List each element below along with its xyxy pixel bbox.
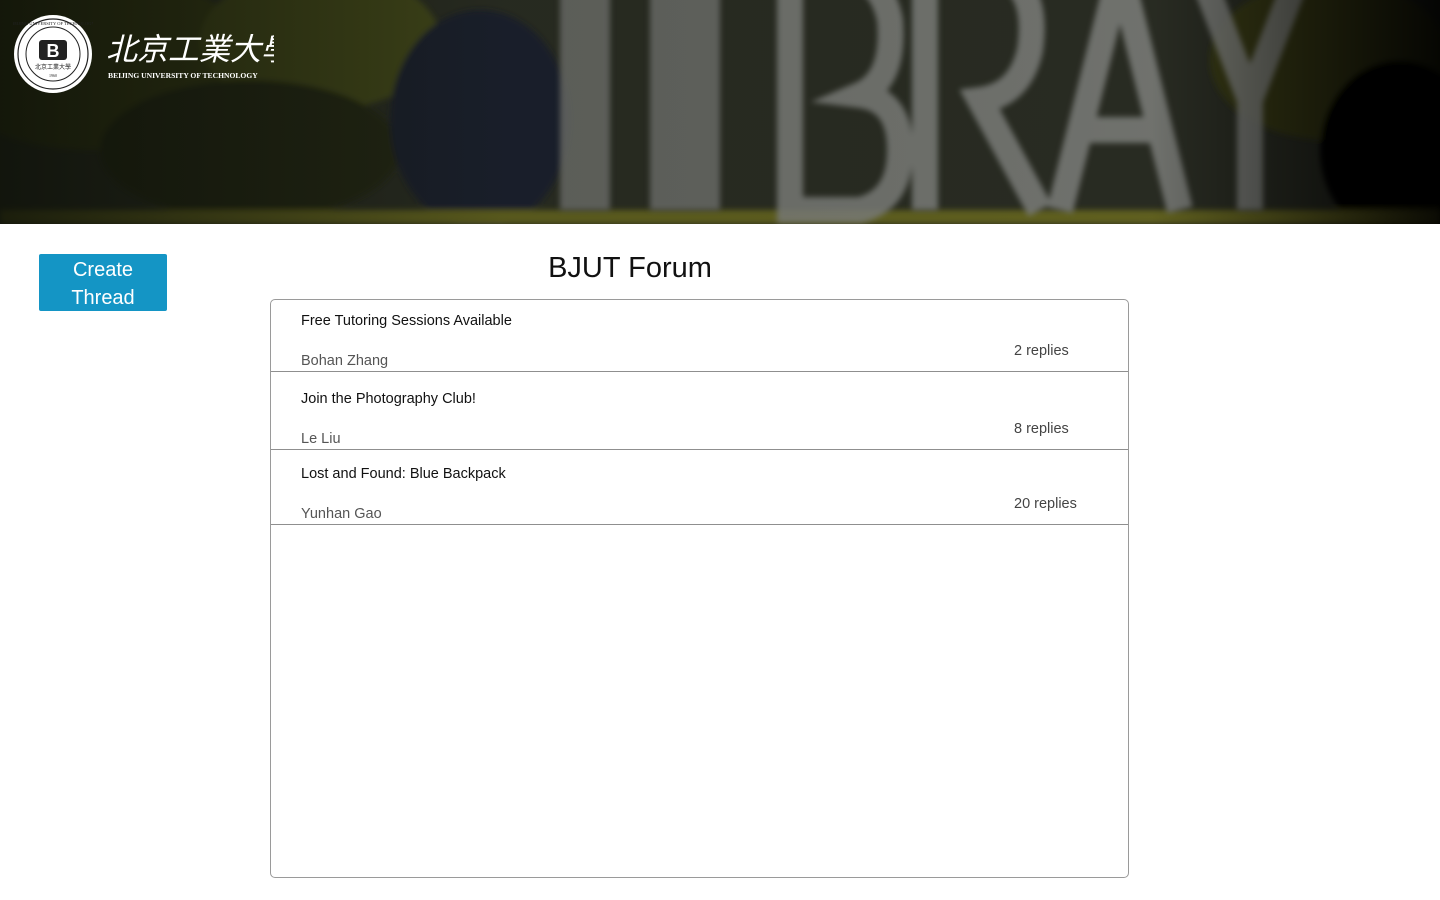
svg-text:北京工業大學: 北京工業大學 [35, 63, 71, 71]
svg-text:1960: 1960 [49, 73, 57, 78]
thread-row[interactable]: Lost and Found: Blue Backpack Yunhan Gao… [271, 450, 1128, 525]
thread-title[interactable]: Free Tutoring Sessions Available [301, 313, 512, 329]
wordmark-en: BEIJING UNIVERSITY OF TECHNOLOGY [108, 71, 258, 80]
svg-text:BEIJING UNIVERSITY OF TECHNOLO: BEIJING UNIVERSITY OF TECHNOLOGY [13, 21, 93, 26]
thread-author: Bohan Zhang [301, 353, 389, 369]
thread-row[interactable]: Free Tutoring Sessions Available Bohan Z… [271, 300, 1128, 372]
thread-reply-count: 8 replies [1014, 421, 1069, 437]
university-seal-icon: BEIJING UNIVERSITY OF TECHNOLOGY B 北京工業大… [13, 15, 93, 93]
thread-author: Yunhan Gao [301, 506, 382, 522]
thread-list: Free Tutoring Sessions Available Bohan Z… [270, 299, 1129, 878]
header-banner: BEIJING UNIVERSITY OF TECHNOLOGY B 北京工業大… [0, 0, 1440, 224]
thread-reply-count: 2 replies [1014, 343, 1069, 359]
thread-author: Le Liu [301, 431, 341, 447]
university-wordmark: 北京工業大學 BEIJING UNIVERSITY OF TECHNOLOGY [106, 32, 274, 80]
thread-reply-count: 20 replies [1014, 496, 1077, 512]
svg-text:B: B [47, 41, 60, 61]
thread-title[interactable]: Lost and Found: Blue Backpack [301, 466, 506, 482]
create-thread-button[interactable]: Create Thread [39, 254, 167, 311]
thread-title[interactable]: Join the Photography Club! [301, 391, 476, 407]
page-title: BJUT Forum [548, 252, 712, 284]
wordmark-cn: 北京工業大學 [106, 32, 274, 68]
thread-row[interactable]: Join the Photography Club! Le Liu 8 repl… [271, 372, 1128, 450]
